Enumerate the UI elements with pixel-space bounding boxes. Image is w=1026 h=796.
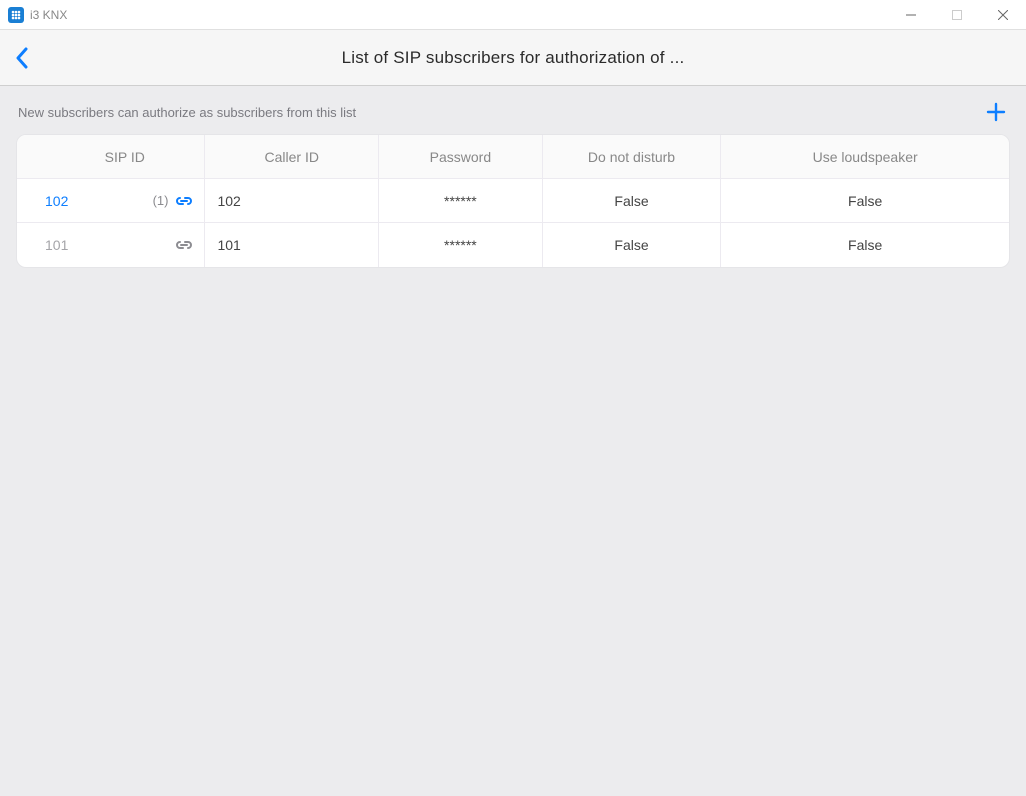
col-header-password: Password	[379, 135, 543, 179]
window-maximize-button[interactable]	[934, 0, 980, 29]
subscribers-table: SIP ID Caller ID Password Do not disturb…	[16, 134, 1010, 268]
col-header-do-not-disturb: Do not disturb	[543, 135, 722, 179]
app-title: i3 KNX	[30, 8, 67, 22]
cell-password: ******	[379, 223, 543, 267]
cell-use-loudspeaker: False	[721, 223, 1009, 267]
app-icon	[8, 7, 24, 23]
cell-use-loudspeaker: False	[721, 179, 1009, 223]
col-header-caller-id: Caller ID	[205, 135, 379, 179]
add-subscriber-button[interactable]	[984, 100, 1008, 124]
col-header-sip-id: SIP ID	[17, 135, 205, 179]
cell-sip-id-count: (1)	[153, 193, 169, 208]
toolbar: New subscribers can authorize as subscri…	[0, 86, 1026, 134]
cell-sip-id: 101	[45, 237, 68, 253]
cell-do-not-disturb: False	[543, 179, 722, 223]
link-icon	[174, 194, 194, 208]
cell-caller-id: 101	[205, 223, 379, 267]
window-titlebar: i3 KNX	[0, 0, 1026, 30]
window-close-button[interactable]	[980, 0, 1026, 29]
toolbar-subtitle: New subscribers can authorize as subscri…	[18, 105, 356, 120]
back-button[interactable]	[4, 30, 40, 86]
cell-password: ******	[379, 179, 543, 223]
window-minimize-button[interactable]	[888, 0, 934, 29]
page-title: List of SIP subscribers for authorizatio…	[40, 48, 1026, 68]
cell-sip-id: 102	[45, 193, 68, 209]
col-header-use-loudspeaker: Use loudspeaker	[721, 135, 1009, 179]
table-row[interactable]: 101 101 ****** False False	[17, 223, 1009, 267]
cell-do-not-disturb: False	[543, 223, 722, 267]
table-header-row: SIP ID Caller ID Password Do not disturb…	[17, 135, 1009, 179]
cell-caller-id: 102	[205, 179, 379, 223]
link-icon	[174, 238, 194, 252]
page-header: List of SIP subscribers for authorizatio…	[0, 30, 1026, 86]
table-row[interactable]: 102 (1) 102 ****** False False	[17, 179, 1009, 223]
